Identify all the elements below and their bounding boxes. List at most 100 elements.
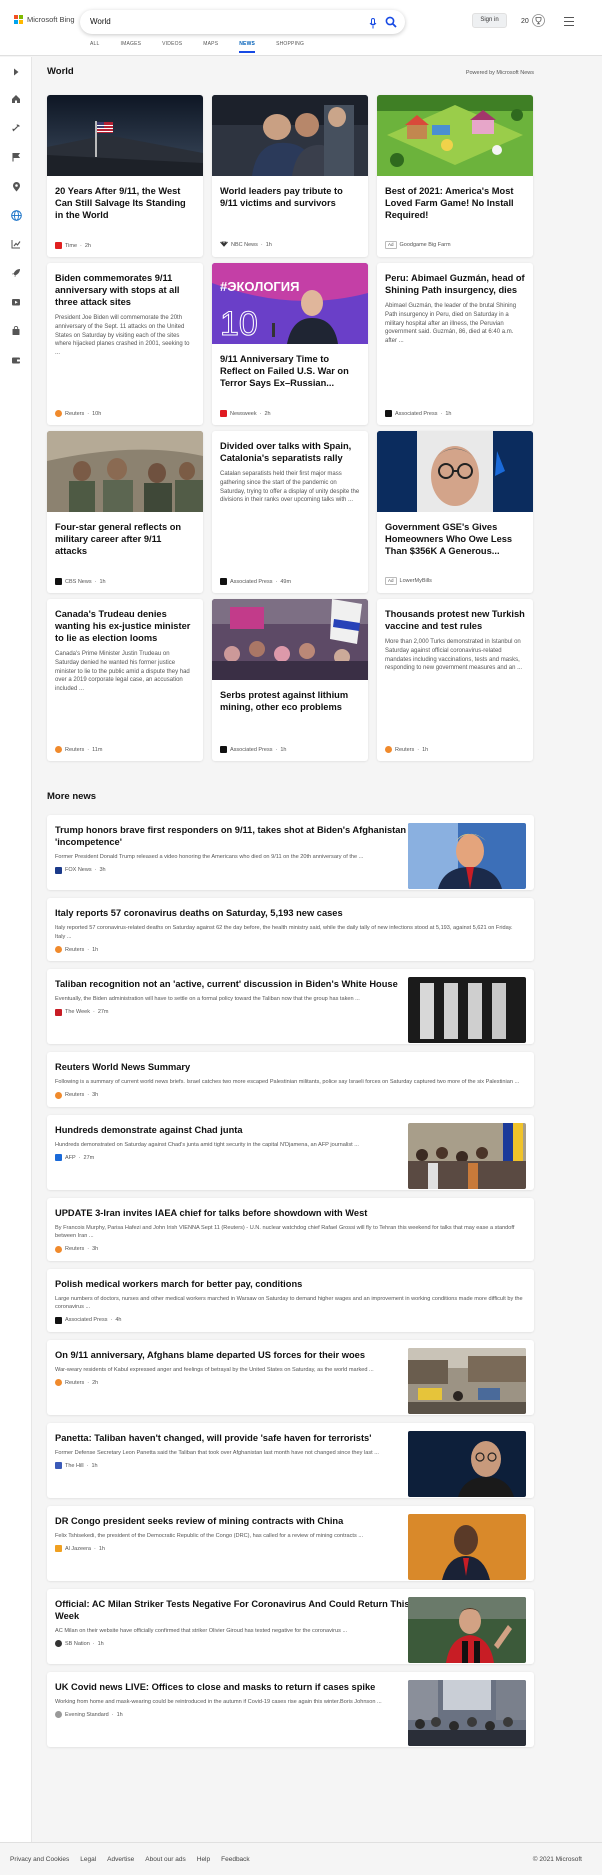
card-title[interactable]: Best of 2021: America's Most Loved Farm …: [377, 176, 533, 221]
item-title[interactable]: Taliban recognition not an 'active, curr…: [55, 978, 410, 990]
item-title[interactable]: DR Congo president seeks review of minin…: [55, 1515, 410, 1527]
globe-icon[interactable]: [9, 208, 23, 222]
news-card[interactable]: Peru: Abimael Guzmán, head of Shining Pa…: [377, 263, 533, 425]
card-source: Ad LowerMyBills: [385, 577, 432, 585]
tab-maps[interactable]: MAPS: [203, 41, 218, 53]
advertise-link[interactable]: Advertise: [107, 1856, 134, 1863]
wallet-icon[interactable]: [9, 353, 23, 367]
rocket-icon[interactable]: [9, 266, 23, 280]
news-list-item[interactable]: DR Congo president seeks review of minin…: [47, 1505, 534, 1581]
news-thumbnail-crowd: [408, 1122, 526, 1189]
news-list-item[interactable]: UK Covid news LIVE: Offices to close and…: [47, 1671, 534, 1747]
card-source: Time · 2h: [55, 242, 91, 249]
news-list-item[interactable]: Italy reports 57 coronavirus deaths on S…: [47, 898, 534, 961]
search-box[interactable]: World: [80, 10, 405, 34]
news-card[interactable]: Thousands protest new Turkish vaccine an…: [377, 599, 533, 761]
news-card[interactable]: Biden commemorates 9/11 anniversary with…: [47, 263, 203, 425]
news-card[interactable]: Divided over talks with Spain, Catalonia…: [212, 431, 368, 593]
rewards-button[interactable]: 20: [521, 14, 545, 29]
item-title[interactable]: On 9/11 anniversary, Afghans blame depar…: [55, 1349, 410, 1361]
card-title[interactable]: Peru: Abimael Guzmán, head of Shining Pa…: [377, 263, 533, 296]
news-list-item[interactable]: Taliban recognition not an 'active, curr…: [47, 969, 534, 1044]
tab-news[interactable]: NEWS: [239, 41, 255, 53]
source-name: Reuters: [395, 746, 415, 753]
news-card[interactable]: #ЭКОЛОГИЯ 10 9/11 Anniversary Time to Ref…: [212, 263, 368, 425]
news-card[interactable]: Four-star general reflects on military c…: [47, 431, 203, 593]
item-description: Hundreds demonstrated on Saturday agains…: [55, 1141, 359, 1148]
tab-all[interactable]: ALL: [90, 41, 100, 53]
card-title[interactable]: World leaders pay tribute to 9/11 victim…: [212, 176, 368, 209]
ad-card[interactable]: Government GSE's Gives Homeowners Who Ow…: [377, 431, 533, 593]
search-scope-tabs: ALL IMAGES VIDEOS MAPS NEWS SHOPPING: [90, 41, 304, 53]
news-list-item[interactable]: On 9/11 anniversary, Afghans blame depar…: [47, 1339, 534, 1415]
item-title[interactable]: Trump honors brave first responders on 9…: [55, 824, 410, 848]
news-thumbnail-trump: [408, 823, 526, 889]
news-list-item[interactable]: UPDATE 3-Iran invites IAEA chief for tal…: [47, 1197, 534, 1261]
signin-button[interactable]: Sign in: [472, 13, 507, 28]
card-title[interactable]: 9/11 Anniversary Time to Reflect on Fail…: [212, 344, 368, 389]
chart-icon[interactable]: [9, 237, 23, 251]
news-list-item[interactable]: Hundreds demonstrate against Chad junta …: [47, 1114, 534, 1190]
item-title[interactable]: Panetta: Taliban haven't changed, will p…: [55, 1432, 410, 1444]
tab-videos[interactable]: VIDEOS: [162, 41, 182, 53]
card-title[interactable]: Government GSE's Gives Homeowners Who Ow…: [377, 512, 533, 557]
news-list-item[interactable]: Reuters World News Summary Following is …: [47, 1052, 534, 1107]
card-title[interactable]: Thousands protest new Turkish vaccine an…: [377, 599, 533, 632]
menu-icon[interactable]: [564, 17, 574, 29]
video-icon[interactable]: [9, 295, 23, 309]
news-card[interactable]: Serbs protest against lithium mining, ot…: [212, 599, 368, 761]
news-card[interactable]: World leaders pay tribute to 9/11 victim…: [212, 95, 368, 257]
item-title[interactable]: Hundreds demonstrate against Chad junta: [55, 1124, 410, 1136]
news-image-hug: [212, 95, 368, 176]
shopping-bag-icon[interactable]: [9, 324, 23, 338]
about-ads-link[interactable]: About our ads: [145, 1856, 185, 1863]
source-name: Evening Standard: [65, 1711, 109, 1718]
card-source: CBS News · 1h: [55, 578, 106, 585]
search-input[interactable]: World: [90, 17, 111, 26]
item-title[interactable]: Polish medical workers march for better …: [55, 1278, 524, 1290]
source-name: Associated Press: [230, 578, 273, 585]
flag-icon[interactable]: [9, 150, 23, 164]
sidebar: [0, 57, 32, 1842]
logo-text: Microsoft Bing: [27, 15, 75, 24]
news-list-item[interactable]: Official: AC Milan Striker Tests Negativ…: [47, 1588, 534, 1664]
tab-shopping[interactable]: SHOPPING: [276, 41, 304, 53]
card-source: Associated Press · 1h: [220, 746, 286, 753]
news-list-item[interactable]: Trump honors brave first responders on 9…: [47, 815, 534, 890]
ad-card[interactable]: Best of 2021: America's Most Loved Farm …: [377, 95, 533, 257]
microphone-icon[interactable]: [369, 16, 377, 34]
news-card[interactable]: 20 Years After 9/11, the West Can Still …: [47, 95, 203, 257]
item-title[interactable]: UK Covid news LIVE: Offices to close and…: [55, 1681, 410, 1693]
sparkle-icon[interactable]: [9, 121, 23, 135]
card-title[interactable]: Four-star general reflects on military c…: [47, 512, 203, 557]
card-title[interactable]: 20 Years After 9/11, the West Can Still …: [47, 176, 203, 221]
home-icon[interactable]: [9, 92, 23, 106]
the-week-logo-icon: [55, 1008, 62, 1016]
search-icon[interactable]: [385, 15, 397, 33]
privacy-link[interactable]: Privacy and Cookies: [10, 1856, 69, 1863]
feedback-link[interactable]: Feedback: [221, 1856, 250, 1863]
location-pin-icon[interactable]: [9, 179, 23, 193]
item-title[interactable]: Reuters World News Summary: [55, 1061, 524, 1073]
card-title[interactable]: Canada's Trudeau denies wanting his ex-j…: [47, 599, 203, 644]
cbs-logo-icon: [55, 578, 62, 585]
separator: ·: [86, 1462, 89, 1469]
news-list-item[interactable]: Polish medical workers march for better …: [47, 1268, 534, 1332]
news-card[interactable]: Canada's Trudeau denies wanting his ex-j…: [47, 599, 203, 761]
bing-logo[interactable]: Microsoft Bing: [14, 15, 75, 24]
help-link[interactable]: Help: [197, 1856, 210, 1863]
item-title[interactable]: UPDATE 3-Iran invites IAEA chief for tal…: [55, 1207, 524, 1219]
expand-sidebar-icon[interactable]: [9, 65, 23, 79]
news-list-item[interactable]: Panetta: Taliban haven't changed, will p…: [47, 1422, 534, 1498]
card-title[interactable]: Serbs protest against lithium mining, ot…: [212, 680, 368, 713]
legal-link[interactable]: Legal: [80, 1856, 96, 1863]
item-source: Associated Press · 4h: [55, 1316, 524, 1324]
tab-images[interactable]: IMAGES: [121, 41, 142, 53]
powered-by-label[interactable]: Powered by Microsoft News: [466, 70, 534, 76]
separator: ·: [94, 1545, 96, 1552]
item-title[interactable]: Official: AC Milan Striker Tests Negativ…: [55, 1598, 410, 1622]
card-title[interactable]: Biden commemorates 9/11 anniversary with…: [47, 263, 203, 308]
item-title[interactable]: Italy reports 57 coronavirus deaths on S…: [55, 907, 524, 919]
card-title[interactable]: Divided over talks with Spain, Catalonia…: [212, 431, 368, 464]
separator: ·: [94, 578, 97, 585]
